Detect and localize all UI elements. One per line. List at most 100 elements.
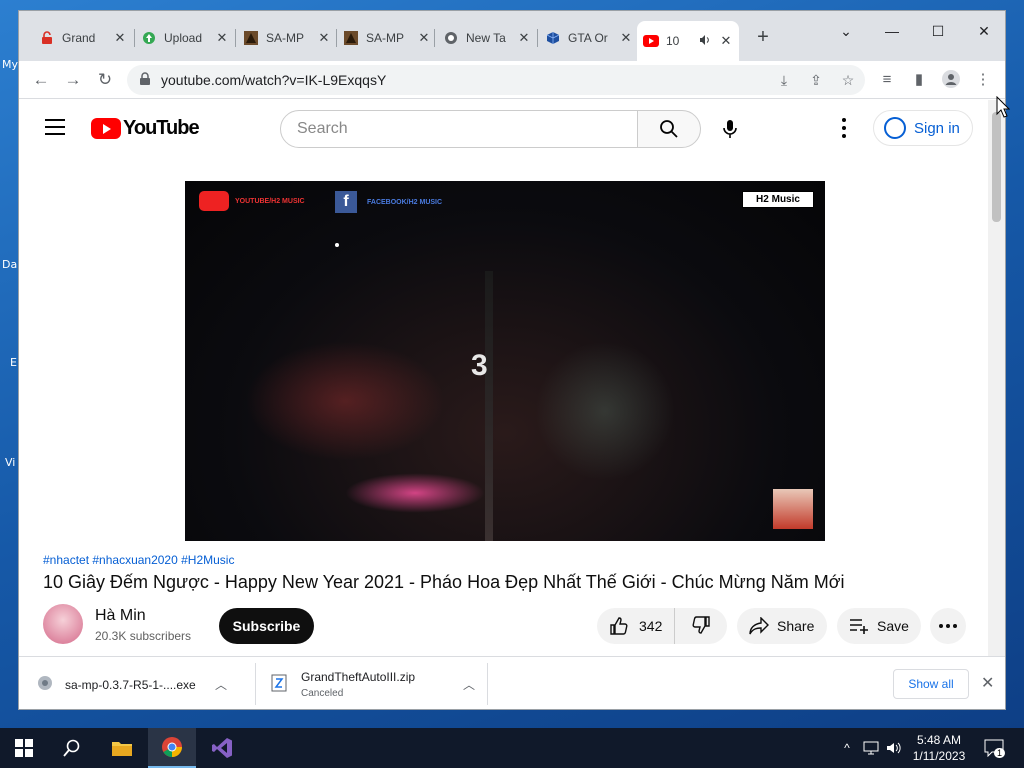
file-explorer-button[interactable] (98, 728, 146, 768)
share-icon[interactable]: ⇪ (807, 71, 825, 89)
star-icon[interactable]: ☆ (839, 71, 857, 89)
folder-icon (112, 742, 132, 756)
youtube-page: YouTube Search Sign in YOUTUBE/H2 MUSIC … (19, 100, 989, 656)
youtube-play-icon (91, 118, 121, 139)
download-filename: GrandTheftAutoIII.zip (301, 670, 416, 684)
github-icon (443, 30, 459, 46)
microphone-icon (723, 120, 737, 138)
notification-center-button[interactable]: 1 (980, 728, 1008, 768)
search-icon (660, 120, 678, 138)
media-control-icon[interactable]: ≡ (877, 70, 897, 90)
desktop-icon-label[interactable]: Da (2, 258, 17, 271)
search-button[interactable] (637, 110, 701, 148)
search-icon (63, 739, 80, 757)
url-text[interactable]: youtube.com/watch?v=IK-L9ExqqsY (161, 72, 386, 88)
side-panel-icon[interactable]: ▮ (909, 70, 929, 90)
more-actions-button[interactable] (930, 608, 966, 644)
overlay-text: YOUTUBE/H2 MUSIC (235, 197, 305, 205)
channel-avatar[interactable] (43, 604, 83, 644)
chrome-taskbar-button[interactable] (148, 728, 196, 768)
like-button[interactable]: 342 (597, 608, 676, 644)
mouse-cursor-icon (996, 96, 1010, 118)
hamburger-menu-icon[interactable] (45, 119, 65, 135)
maximize-button[interactable]: ☐ (915, 17, 961, 45)
youtube-icon (643, 33, 659, 49)
close-icon[interactable]: ✕ (417, 30, 431, 46)
close-icon[interactable]: ✕ (619, 30, 633, 46)
youtube-icon (199, 191, 229, 211)
youtube-logo[interactable]: YouTube (91, 117, 200, 140)
desktop-icon-label[interactable]: My (2, 58, 18, 71)
minimize-button[interactable]: — (869, 17, 915, 45)
forward-button[interactable]: → (61, 68, 85, 92)
lock-icon[interactable] (139, 72, 151, 91)
install-icon[interactable]: ⤓ (775, 71, 793, 89)
chevron-up-icon[interactable]: ^ (838, 728, 856, 768)
share-label: Share (777, 618, 815, 634)
video-hashtags[interactable]: #nhactet #nhacxuan2020 #H2Music (43, 553, 234, 567)
more-horizontal-icon (939, 624, 957, 628)
windows-taskbar: ^ 5:48 AM 1/11/2023 1 (0, 728, 1024, 768)
desktop-icon-label[interactable]: Vi (5, 456, 15, 469)
close-icon[interactable]: ✕ (317, 30, 331, 46)
facebook-icon: f (335, 191, 357, 213)
desktop-icon-label[interactable]: E (10, 356, 17, 369)
download-item-gta3[interactable]: GrandTheftAutoIII.zip Canceled ︿ (271, 657, 481, 709)
tab-samp-1[interactable]: SA-MP ✕ (237, 25, 337, 51)
subscribe-button[interactable]: Subscribe (219, 608, 314, 644)
page-scrollbar[interactable] (988, 100, 1005, 656)
new-tab-button[interactable]: + (751, 25, 775, 49)
window-close-button[interactable]: ✕ (961, 17, 1005, 45)
settings-menu-icon[interactable] (835, 118, 853, 138)
volume-icon[interactable] (884, 728, 904, 768)
close-icon[interactable]: ✕ (981, 673, 994, 693)
video-title: 10 Giây Đếm Ngược - Happy New Year 2021 … (43, 572, 845, 592)
dislike-button[interactable] (675, 615, 727, 638)
like-dislike-group: 342 (597, 608, 727, 644)
download-filename: sa-mp-0.3.7-R5-1-....exe (65, 677, 196, 692)
save-button[interactable]: Save (837, 608, 921, 644)
chevron-up-icon[interactable]: ︿ (463, 676, 475, 693)
like-count: 342 (639, 618, 663, 634)
network-icon[interactable] (860, 728, 882, 768)
show-all-downloads-button[interactable]: Show all (893, 669, 969, 699)
start-button[interactable] (0, 728, 48, 768)
profile-icon[interactable] (941, 70, 961, 90)
video-player[interactable]: YOUTUBE/H2 MUSIC f FACEBOOK/H2 MUSIC H2 … (185, 181, 825, 541)
speaker-icon[interactable] (699, 34, 711, 49)
tab-strip: Grand ✕ Upload ✕ SA-MP ✕ SA-MP ✕ New Ta … (19, 11, 1005, 61)
thumbs-up-icon (610, 617, 628, 635)
tab-label: Upload (164, 31, 203, 45)
address-bar[interactable]: youtube.com/watch?v=IK-L9ExqqsY ⤓ ⇪ ☆ (127, 65, 865, 95)
sign-in-label: Sign in (914, 119, 960, 137)
share-button[interactable]: Share (737, 608, 827, 644)
system-clock[interactable]: 5:48 AM 1/11/2023 (906, 732, 972, 764)
chevron-up-icon[interactable]: ︿ (215, 676, 227, 693)
close-icon[interactable]: ✕ (113, 30, 127, 46)
close-icon[interactable]: ✕ (517, 30, 531, 46)
youtube-header: YouTube Search Sign in (19, 100, 989, 156)
zip-file-icon (271, 674, 287, 695)
chevron-down-icon[interactable]: ⌄ (823, 17, 869, 45)
close-icon[interactable]: ✕ (215, 30, 229, 46)
menu-icon[interactable]: ⋮ (973, 70, 993, 90)
search-input[interactable]: Search (280, 110, 638, 148)
tab-upload[interactable]: Upload ✕ (135, 25, 235, 51)
tab-new[interactable]: New Ta ✕ (437, 25, 537, 51)
sign-in-button[interactable]: Sign in (873, 110, 973, 146)
tab-samp-2[interactable]: SA-MP ✕ (337, 25, 437, 51)
voice-search-button[interactable] (711, 110, 749, 148)
tab-youtube-active[interactable]: 10 ✕ (637, 21, 739, 61)
close-icon[interactable]: ✕ (719, 33, 733, 49)
channel-name[interactable]: Hà Min (95, 607, 146, 625)
reload-button[interactable]: ↻ (93, 68, 117, 92)
download-item-samp[interactable]: sa-mp-0.3.7-R5-1-....exe ︿ (37, 657, 247, 709)
scrollbar-thumb[interactable] (992, 112, 1001, 222)
visual-studio-button[interactable] (198, 728, 246, 768)
tab-gta[interactable]: GTA Or ✕ (539, 25, 639, 51)
video-overlay-facebook: f FACEBOOK/H2 MUSIC (335, 191, 442, 213)
back-button[interactable]: ← (29, 68, 53, 92)
search-button[interactable] (48, 728, 96, 768)
lock-red-icon (39, 30, 55, 46)
tab-grand[interactable]: Grand ✕ (33, 25, 133, 51)
